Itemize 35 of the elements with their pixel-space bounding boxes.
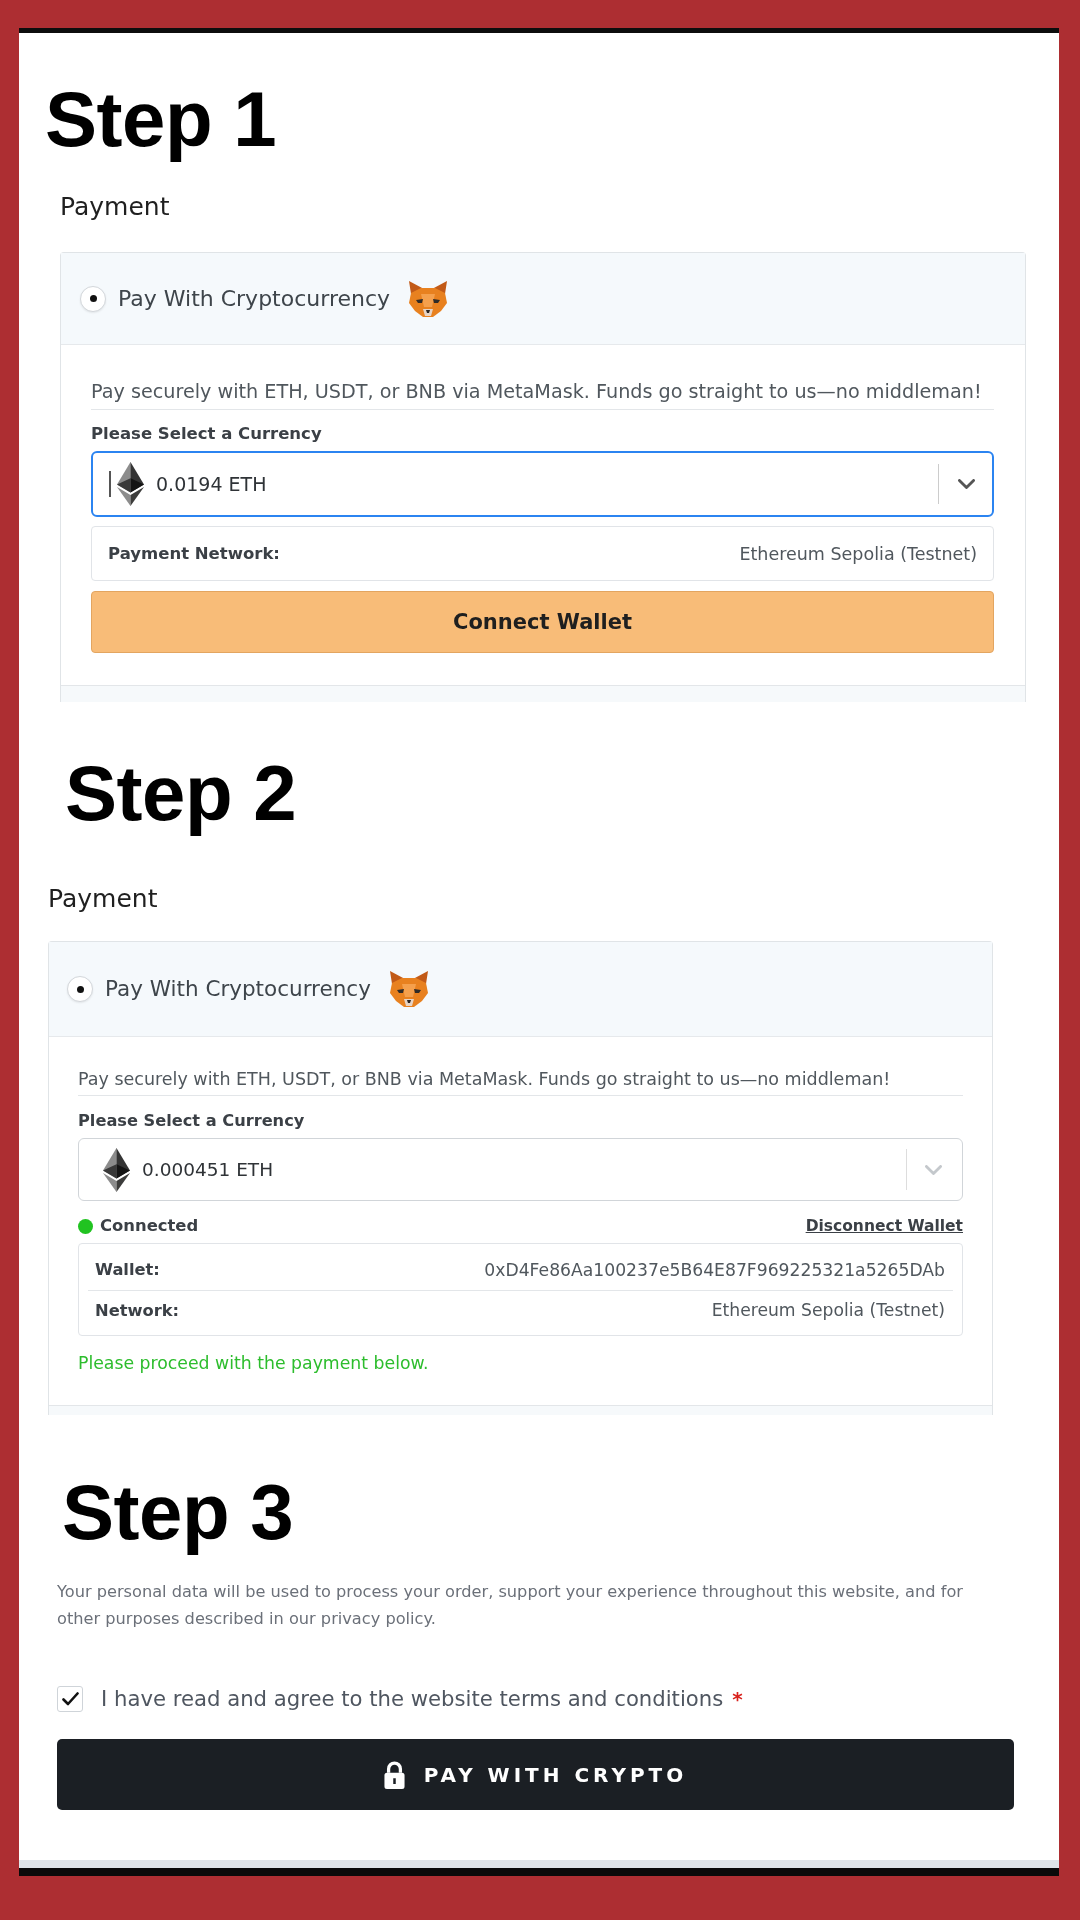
field-label: Please Select a Currency: [78, 1111, 305, 1131]
radio-button[interactable]: [80, 285, 106, 312]
radio-button[interactable]: [67, 976, 93, 1002]
success-message: Please proceed with the payment below.: [78, 1352, 429, 1374]
info-value: Ethereum Sepolia (Testnet): [711, 1300, 945, 1320]
currency-select[interactable]: 0.0194 ETH: [91, 451, 994, 517]
section-title: Payment: [60, 192, 170, 222]
pay-button[interactable]: PAY WITH CRYPTO: [57, 1739, 1014, 1810]
terms-label[interactable]: I have read and agree to the website terms and conditions: [101, 1685, 724, 1713]
lock-icon: [383, 1760, 405, 1789]
info-value: 0xD4Fe86Aa100237e5B64E87F969225321a5265DAb: [484, 1259, 945, 1280]
checkmark-icon: [61, 1692, 79, 1706]
description-text: Pay securely with ETH, USDT, or BNB via MetaMask. Funds go straight to us—no middleman!: [78, 1068, 963, 1096]
ethereum-icon: [103, 1147, 130, 1192]
disconnect-link[interactable]: Disconnect Wallet: [805, 1215, 963, 1237]
description-text: Pay securely with ETH, USDT, or BNB via MetaMask. Funds go straight to us—no middleman!: [91, 380, 994, 410]
status-label: Connected: [100, 1215, 199, 1237]
payment-method-label[interactable]: Pay With Cryptocurrency: [105, 975, 371, 1003]
terms-checkbox[interactable]: [57, 1686, 83, 1712]
info-label: Payment Network:: [108, 544, 280, 563]
chevron-down-icon: [958, 479, 975, 489]
required-mark: *: [732, 1686, 743, 1713]
info-label: Wallet:: [95, 1260, 160, 1279]
ethereum-icon: [117, 462, 144, 506]
connect-wallet-button[interactable]: Connect Wallet: [91, 591, 994, 653]
info-label: Network:: [95, 1300, 180, 1320]
text-cursor-icon: [109, 471, 111, 497]
payment-method-label[interactable]: Pay With Cryptocurrency: [118, 284, 391, 313]
info-value: Ethereum Sepolia (Testnet): [739, 543, 977, 564]
fox-icon: [408, 280, 449, 317]
section-title: Payment: [48, 884, 158, 914]
fox-icon: [388, 971, 429, 1007]
chevron-down-icon: [925, 1164, 942, 1175]
field-label: Please Select a Currency: [91, 424, 322, 444]
privacy-text: Your personal data will be used to process your order, support your experience throughout this website, and for other purposes described in our privacy policy.: [57, 1581, 964, 1630]
